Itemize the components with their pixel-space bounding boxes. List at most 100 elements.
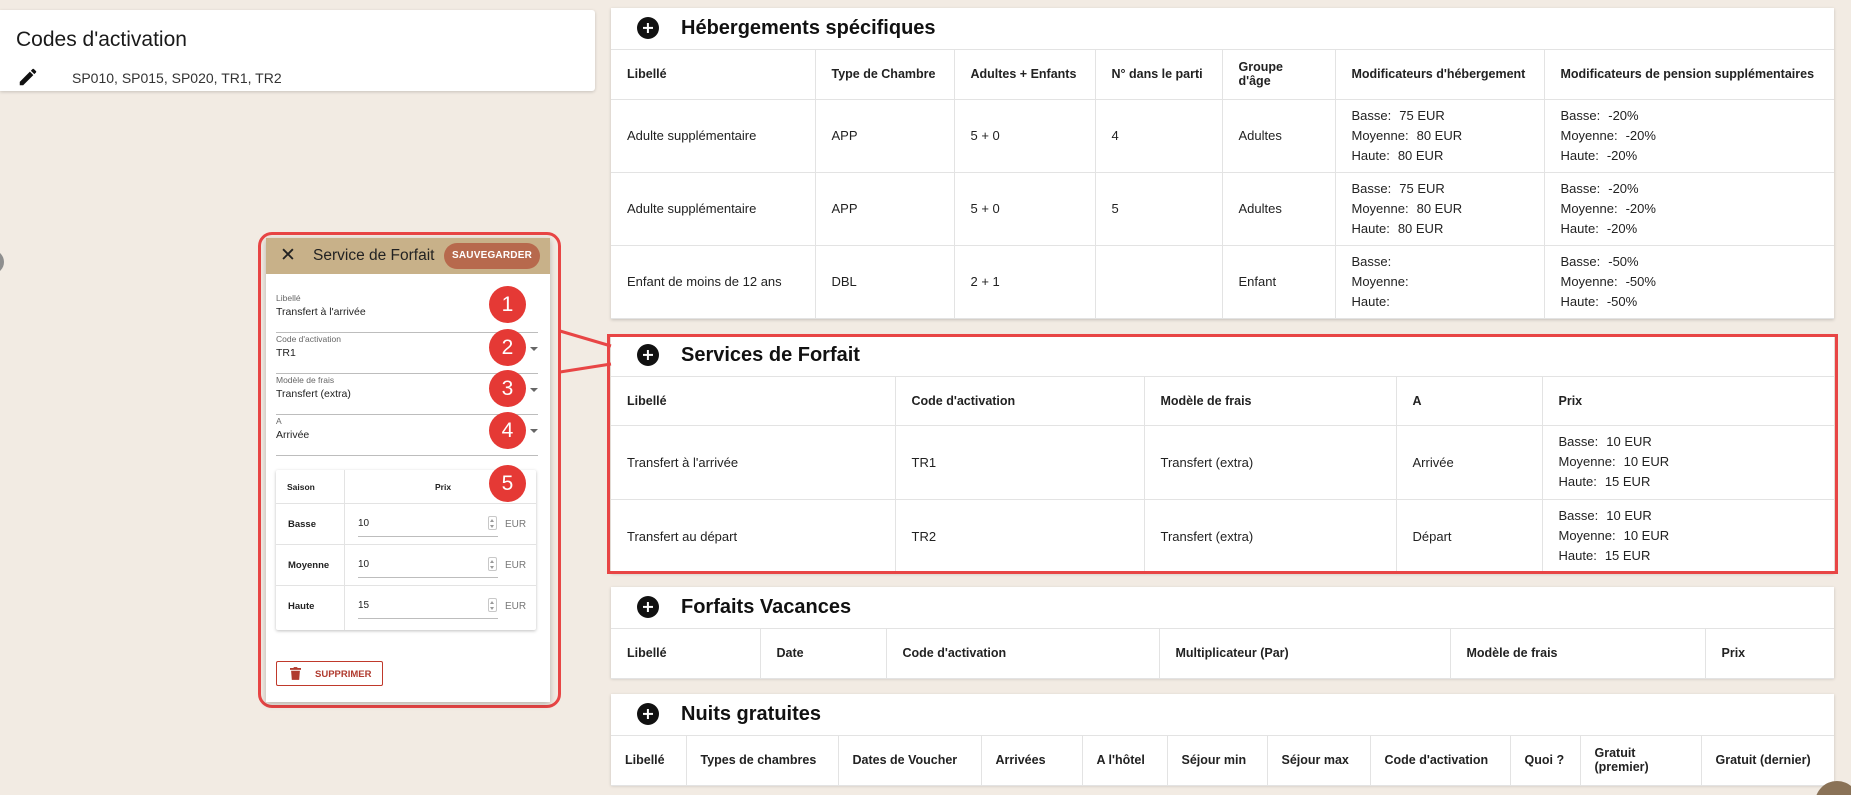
currency-unit: EUR (505, 519, 527, 530)
cell-when: Départ (1396, 499, 1543, 574)
column-header[interactable]: Adultes + Enfants (954, 50, 1096, 100)
stepper-icon[interactable] (488, 557, 497, 571)
cell-accommodation-modifiers: Basse: 75 EUR Moyenne: 80 EUR Haute: 80 EUR (1335, 172, 1545, 246)
column-header[interactable]: Arrivées (981, 736, 1083, 786)
dialog-header: ✕ Service de Forfait SAUVEGARDER (266, 238, 550, 274)
cell-fee-model: Transfert (extra) (1144, 499, 1397, 574)
field-label: Libellé (276, 293, 301, 303)
side-handle[interactable] (0, 250, 4, 274)
callout-badge-5: 5 (489, 465, 526, 502)
column-header[interactable]: Prix (1705, 629, 1834, 679)
chevron-down-icon (530, 388, 538, 392)
field-value: Arrivée (276, 429, 310, 441)
column-header[interactable]: Dates de Voucher (838, 736, 982, 786)
column-header[interactable]: Multiplicateur (Par) (1159, 629, 1451, 679)
cell-adults-children: 2 + 1 (954, 245, 1096, 319)
cell-activation-code: TR2 (895, 499, 1145, 574)
callout-badge-4: 4 (489, 412, 526, 449)
table-row[interactable]: Adulte supplémentaire APP 5 + 0 4 Adulte… (611, 99, 1834, 173)
cell-when: Arrivée (1396, 425, 1543, 500)
table-row: Moyenne 10 EUR (276, 545, 536, 586)
table-row[interactable]: Transfert à l'arrivée TR1 Transfert (ext… (611, 425, 1834, 500)
delete-label: SUPPRIMER (315, 669, 372, 680)
table-header-row: Libellé Date Code d'activation Multiplic… (611, 629, 1834, 679)
free-nights-table: Libellé Types de chambres Dates de Vouch… (611, 736, 1834, 786)
column-header[interactable]: Modèle de frais (1144, 377, 1397, 426)
table-row[interactable]: Transfert au départ TR2 Transfert (extra… (611, 499, 1834, 574)
cell-label: Transfert au départ (611, 499, 896, 574)
column-header[interactable]: Modèle de frais (1450, 629, 1706, 679)
column-header[interactable]: A l'hôtel (1082, 736, 1168, 786)
cell-fee-model: Transfert (extra) (1144, 425, 1397, 500)
column-header[interactable]: Quoi ? (1510, 736, 1581, 786)
column-header[interactable]: Code d'activation (895, 377, 1145, 426)
column-header[interactable]: A (1396, 377, 1543, 426)
cell-price: Basse: 10 EUR Moyenne: 10 EUR Haute: 15 EUR (1542, 425, 1834, 500)
column-header[interactable]: Types de chambres (686, 736, 839, 786)
section-title: Hébergements spécifiques (681, 17, 936, 39)
section-title: Nuits gratuites (681, 703, 822, 725)
column-header[interactable]: Prix (1542, 377, 1834, 426)
currency-unit: EUR (505, 601, 527, 612)
cell-age-group: Adultes (1222, 99, 1336, 173)
close-icon[interactable]: ✕ (280, 244, 296, 267)
price-input[interactable]: 10 (358, 559, 369, 570)
pencil-icon[interactable] (17, 66, 39, 88)
add-holiday-package-icon[interactable] (637, 596, 659, 618)
field-value: Transfert à l'arrivée (276, 306, 366, 318)
season-name: Haute (288, 601, 315, 612)
dialog-title: Service de Forfait (313, 247, 435, 264)
cell-price: Basse: 10 EUR Moyenne: 10 EUR Haute: 15 EUR (1542, 499, 1834, 574)
section-header: Nuits gratuites (611, 694, 1834, 736)
column-header[interactable]: Groupe d'âge (1222, 50, 1336, 100)
cell-activation-code: TR1 (895, 425, 1145, 500)
save-button[interactable]: SAUVEGARDER (444, 243, 540, 269)
stepper-icon[interactable] (488, 516, 497, 530)
column-header[interactable]: Type de Chambre (815, 50, 955, 100)
column-header[interactable]: Libellé (611, 377, 896, 426)
cell-room-type: APP (815, 99, 955, 173)
cell-age-group: Adultes (1222, 172, 1336, 246)
add-package-service-icon[interactable] (637, 344, 659, 366)
package-services-table: Libellé Code d'activation Modèle de frai… (611, 377, 1834, 574)
table-row[interactable]: Adulte supplémentaire APP 5 + 0 5 Adulte… (611, 172, 1834, 246)
column-header[interactable]: Code d'activation (886, 629, 1160, 679)
free-nights-section: Nuits gratuites Libellé Types de chambre… (611, 694, 1834, 786)
cell-label: Adulte supplémentaire (611, 172, 816, 246)
field-label: A (276, 416, 282, 426)
cell-adults-children: 5 + 0 (954, 99, 1096, 173)
section-title: Forfaits Vacances (681, 596, 852, 618)
column-header[interactable]: Modificateurs d'hébergement (1335, 50, 1545, 100)
cell-age-group: Enfant (1222, 245, 1336, 319)
column-header[interactable]: Date (760, 629, 887, 679)
delete-button[interactable]: SUPPRIMER (276, 661, 383, 686)
column-header[interactable]: N° dans le parti (1095, 50, 1223, 100)
chevron-down-icon (530, 429, 538, 433)
cell-board-modifiers: Basse: -50% Moyenne: -50% Haute: -50% (1544, 245, 1834, 319)
column-header[interactable]: Libellé (611, 50, 816, 100)
trash-icon (290, 667, 301, 680)
cell-label: Adulte supplémentaire (611, 99, 816, 173)
column-header[interactable]: Libellé (611, 736, 687, 786)
price-input[interactable]: 10 (358, 518, 369, 529)
table-row[interactable]: Enfant de moins de 12 ans DBL 2 + 1 Enfa… (611, 245, 1834, 319)
column-header: Prix (435, 482, 452, 492)
column-header[interactable]: Code d'activation (1370, 736, 1511, 786)
column-header[interactable]: Gratuit (dernier) (1701, 736, 1834, 786)
column-header[interactable]: Séjour max (1267, 736, 1371, 786)
table-row: Haute 15 EUR (276, 586, 536, 627)
add-accommodation-icon[interactable] (637, 17, 659, 39)
cell-room-type: DBL (815, 245, 955, 319)
price-input[interactable]: 15 (358, 600, 369, 611)
season-name: Moyenne (288, 560, 330, 571)
field-label: Code d'activation (276, 334, 341, 344)
column-header[interactable]: Séjour min (1167, 736, 1268, 786)
stepper-icon[interactable] (488, 598, 497, 612)
specific-accommodations-section: Hébergements spécifiques Libellé Type de… (611, 8, 1834, 319)
holiday-packages-section: Forfaits Vacances Libellé Date Code d'ac… (611, 587, 1834, 679)
column-header[interactable]: Libellé (611, 629, 761, 679)
add-free-night-icon[interactable] (637, 703, 659, 725)
column-header[interactable]: Gratuit (premier) (1580, 736, 1702, 786)
column-header[interactable]: Modificateurs de pension supplémentaires (1544, 50, 1834, 100)
activation-codes-title: Codes d'activation (16, 28, 187, 51)
